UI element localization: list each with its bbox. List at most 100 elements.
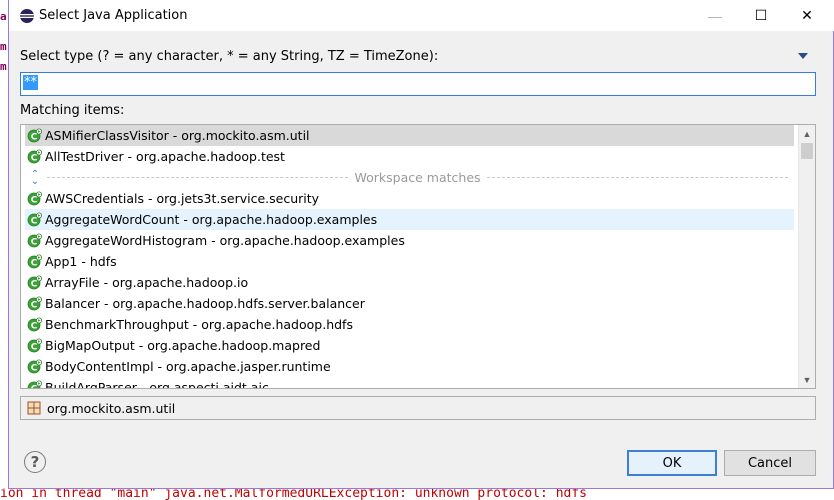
scroll-down-icon[interactable]: ▼ bbox=[799, 371, 815, 388]
svg-text:C: C bbox=[31, 321, 38, 331]
help-icon[interactable]: ? bbox=[24, 451, 46, 473]
list-item-label: App1 - hdfs bbox=[45, 254, 117, 269]
list-item-label: AggregateWordCount - org.apache.hadoop.e… bbox=[45, 212, 377, 227]
matching-items-list[interactable]: C ASMifierClassVisitor - org.mockito.asm.… bbox=[20, 124, 816, 389]
class-icon: C bbox=[27, 359, 42, 374]
name-package-separator: - bbox=[134, 338, 148, 353]
scroll-up-icon[interactable]: ▲ bbox=[799, 125, 815, 142]
class-icon: C bbox=[27, 254, 42, 269]
class-icon: C bbox=[27, 212, 42, 227]
class-name: App1 bbox=[45, 254, 78, 269]
separator-label: Workspace matches bbox=[354, 170, 481, 185]
minimize-button[interactable]: — bbox=[692, 0, 738, 31]
editor-gutter-mark: m bbox=[0, 40, 7, 52]
list-item-label: ASMifierClassVisitor - org.mockito.asm.u… bbox=[45, 128, 310, 143]
class-icon: C bbox=[27, 338, 42, 353]
package-name: org.apache.jasper.runtime bbox=[166, 359, 331, 374]
list-item-label: ArrayFile - org.apache.hadoop.io bbox=[45, 275, 248, 290]
svg-text:C: C bbox=[31, 258, 38, 268]
class-name: BenchmarkThroughput bbox=[45, 317, 189, 332]
class-name: Balancer bbox=[45, 296, 100, 311]
svg-text:C: C bbox=[31, 237, 38, 247]
list-item[interactable]: C ArrayFile - org.apache.hadoop.io bbox=[25, 272, 794, 293]
name-package-separator: - bbox=[168, 128, 182, 143]
list-item[interactable]: C AggregateWordHistogram - org.apache.had… bbox=[25, 230, 794, 251]
pattern-text: ** bbox=[23, 75, 38, 90]
package-name: org.mockito.asm.util bbox=[181, 128, 310, 143]
class-icon: C bbox=[27, 380, 42, 388]
package-name: org.apache.hadoop.io bbox=[112, 275, 249, 290]
name-package-separator: - bbox=[179, 212, 192, 227]
svg-text:C: C bbox=[31, 363, 38, 373]
vertical-scrollbar[interactable]: ▲ ▼ bbox=[798, 125, 815, 388]
package-name: org.apache.hadoop.examples bbox=[191, 212, 378, 227]
separator-line bbox=[486, 177, 789, 178]
svg-text:C: C bbox=[31, 216, 38, 226]
package-name: org.apache.hadoop.test bbox=[136, 149, 285, 164]
cancel-button[interactable]: Cancel bbox=[724, 450, 816, 476]
collapse-expand-icon[interactable]: ⌃ ⌄ bbox=[29, 169, 41, 186]
list-item[interactable]: C BigMapOutput - org.apache.hadoop.mapred bbox=[25, 335, 794, 356]
name-package-separator: - bbox=[188, 317, 202, 332]
class-icon: C bbox=[27, 296, 42, 311]
class-name: AWSCredentials bbox=[45, 191, 145, 206]
class-icon: C bbox=[27, 233, 42, 248]
class-name: BuildArgParser bbox=[45, 380, 137, 389]
ok-button[interactable]: OK bbox=[627, 450, 717, 476]
view-menu-dropdown-icon[interactable] bbox=[798, 53, 808, 59]
class-icon: C bbox=[27, 149, 42, 164]
console-output: ion in thread "main" java.net.MalformedU… bbox=[0, 488, 587, 500]
svg-text:C: C bbox=[31, 195, 38, 205]
select-java-application-dialog: Select Java Application — ☐ ✕ Select typ… bbox=[8, 0, 834, 489]
list-item[interactable]: C AWSCredentials - org.jets3t.service.sec… bbox=[25, 188, 794, 209]
svg-text:C: C bbox=[31, 300, 38, 310]
workspace-matches-separator: ⌃ ⌄ Workspace matches bbox=[25, 167, 794, 188]
class-icon: C bbox=[27, 317, 42, 332]
separator-line bbox=[47, 177, 349, 178]
title-bar[interactable]: Select Java Application — ☐ ✕ bbox=[9, 0, 834, 31]
package-name: org.apache.hadoop.hdfs bbox=[201, 317, 353, 332]
class-icon: C bbox=[27, 128, 42, 143]
package-name: org.aspectj.ajdt.ajc bbox=[149, 380, 269, 389]
list-item[interactable]: CBuildArgParser - org.aspectj.ajdt.ajc bbox=[25, 377, 794, 389]
name-package-separator: - bbox=[123, 149, 137, 164]
class-name: AggregateWordCount bbox=[45, 212, 180, 227]
close-button[interactable]: ✕ bbox=[784, 0, 830, 31]
selected-package-field: org.mockito.asm.util bbox=[20, 396, 816, 420]
editor-gutter-mark: m bbox=[0, 60, 7, 72]
list-item[interactable]: C AggregateWordCount - org.apache.hadoop.… bbox=[25, 209, 794, 230]
maximize-button[interactable]: ☐ bbox=[738, 0, 784, 31]
scrollbar-thumb[interactable] bbox=[801, 143, 813, 159]
matching-items-label: Matching items: bbox=[20, 103, 125, 118]
name-package-separator: - bbox=[99, 275, 113, 290]
eclipse-icon bbox=[20, 9, 34, 23]
list-item[interactable]: C AllTestDriver - org.apache.hadoop.test bbox=[25, 146, 794, 167]
class-icon: C bbox=[27, 275, 42, 290]
editor-gutter-mark: a bbox=[0, 10, 7, 22]
list-item[interactable]: C ASMifierClassVisitor - org.mockito.asm.… bbox=[25, 125, 794, 146]
list-item-label: BigMapOutput - org.apache.hadoop.mapred bbox=[45, 338, 320, 353]
svg-text:C: C bbox=[31, 279, 38, 289]
type-pattern-input[interactable]: ** bbox=[20, 72, 816, 96]
list-item-label: Balancer - org.apache.hadoop.hdfs.server… bbox=[45, 296, 365, 311]
list-item[interactable]: C BenchmarkThroughput - org.apache.hadoop… bbox=[25, 314, 794, 335]
list-item-label: BenchmarkThroughput - org.apache.hadoop.… bbox=[45, 317, 353, 332]
class-name: BigMapOutput bbox=[45, 338, 135, 353]
select-type-label: Select type (? = any character, * = any … bbox=[20, 49, 439, 64]
package-name: hdfs bbox=[89, 254, 117, 269]
class-icon: C bbox=[27, 191, 42, 206]
name-package-separator: - bbox=[77, 254, 90, 269]
package-icon bbox=[27, 401, 41, 415]
name-package-separator: - bbox=[153, 359, 167, 374]
svg-text:C: C bbox=[31, 342, 38, 352]
list-item[interactable]: C BodyContentImpl - org.apache.jasper.run… bbox=[25, 356, 794, 377]
class-name: ASMifierClassVisitor bbox=[45, 128, 169, 143]
class-name: ArrayFile bbox=[45, 275, 100, 290]
svg-text:C: C bbox=[31, 153, 38, 163]
name-package-separator: - bbox=[136, 380, 150, 389]
list-item[interactable]: C Balancer - org.apache.hadoop.hdfs.serve… bbox=[25, 293, 794, 314]
list-item-label: AWSCredentials - org.jets3t.service.secu… bbox=[45, 191, 319, 206]
list-item[interactable]: C App1 - hdfs bbox=[25, 251, 794, 272]
list-item-label: AggregateWordHistogram - org.apache.hado… bbox=[45, 233, 405, 248]
class-name: BodyContentImpl bbox=[45, 359, 154, 374]
